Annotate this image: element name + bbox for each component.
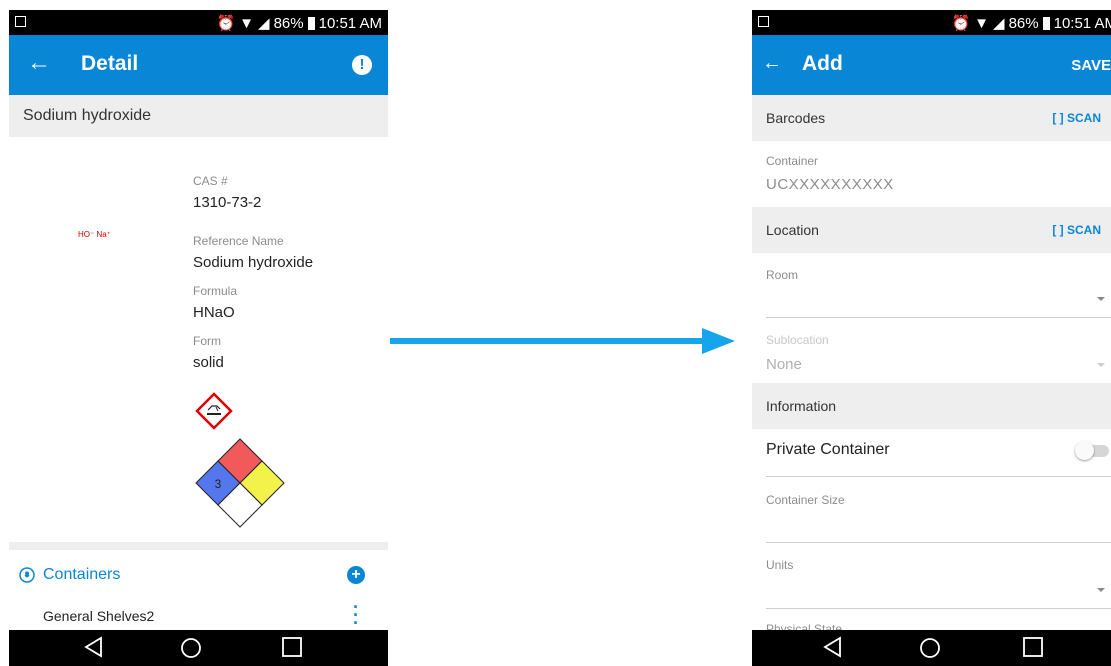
back-arrow-icon[interactable]: ← — [27, 51, 51, 75]
compound-name: Sodium hydroxide — [23, 107, 152, 124]
corrosive-hazard-icon — [195, 392, 233, 430]
transition-arrow-icon — [390, 328, 735, 354]
add-container-button[interactable]: + — [347, 566, 365, 584]
recents-nav-icon[interactable] — [1022, 636, 1044, 658]
system-nav-bar — [9, 630, 388, 666]
back-nav-icon[interactable] — [822, 636, 844, 658]
recents-nav-icon[interactable] — [281, 636, 303, 658]
clock: 10:51 AM — [1053, 14, 1111, 32]
image-notification-icon — [15, 16, 26, 27]
container-label: Container — [766, 154, 819, 168]
battery-level: 86% — [273, 14, 304, 32]
information-section-header: Information — [752, 383, 1111, 429]
alert-icon[interactable]: ! — [352, 55, 372, 75]
scan-icon: [ ] — [1052, 111, 1064, 125]
units-label: Units — [766, 558, 794, 572]
system-nav-bar — [752, 630, 1111, 666]
cas-label: CAS # — [193, 174, 228, 188]
compound-header: Sodium hydroxide — [9, 95, 388, 137]
section-divider — [9, 542, 388, 550]
containers-label: Containers — [43, 566, 121, 583]
home-nav-icon[interactable] — [918, 636, 942, 660]
nfpa-diamond: 3 — [195, 438, 285, 528]
home-nav-icon[interactable] — [179, 636, 203, 660]
private-container-underline — [766, 476, 1111, 477]
information-label: Information — [766, 398, 837, 414]
container-barcode-input[interactable]: UCXXXXXXXXXX — [766, 176, 894, 193]
scan-label: SCAN — [1066, 223, 1101, 237]
clock: 10:51 AM — [318, 14, 382, 32]
container-size-label: Container Size — [766, 493, 845, 507]
signal-icon: ◢ — [258, 15, 270, 32]
private-container-toggle[interactable] — [1075, 441, 1109, 460]
sublocation-label: Sublocation — [766, 333, 829, 347]
status-bar: ⏰ ▼ ◢ 86% 10:51 AM — [752, 10, 1111, 35]
battery-icon — [307, 16, 315, 30]
alarm-icon: ⏰ — [951, 15, 971, 32]
location-scan-button[interactable]: [ ] SCAN — [1052, 223, 1101, 237]
location-pin-icon — [19, 567, 35, 583]
formula-label: Formula — [193, 284, 238, 298]
barcodes-label: Barcodes — [766, 110, 826, 126]
wifi-icon: ▼ — [974, 14, 990, 32]
container-list-item[interactable]: General Shelves2 — [43, 608, 154, 624]
battery-level: 86% — [1008, 14, 1039, 32]
app-bar: ← Detail ! — [9, 35, 388, 95]
cas-value: 1310-73-2 — [193, 194, 262, 211]
sublocation-select[interactable]: None — [766, 356, 802, 373]
barcode-scan-button[interactable]: [ ] SCAN — [1052, 111, 1101, 125]
nfpa-health-value: 3 — [215, 477, 222, 491]
location-label: Location — [766, 222, 819, 238]
page-title: Detail — [81, 52, 139, 75]
scan-icon: [ ] — [1052, 223, 1064, 237]
battery-icon — [1042, 16, 1050, 30]
units-underline — [766, 608, 1111, 609]
save-button[interactable]: SAVE — [1071, 57, 1111, 74]
room-dropdown-arrow-icon[interactable] — [1097, 297, 1105, 301]
detail-screen: ⏰ ▼ ◢ 86% 10:51 AM ← Detail ! Sodium hyd… — [9, 10, 388, 666]
scan-label: SCAN — [1066, 111, 1101, 125]
room-label: Room — [766, 268, 799, 282]
private-container-label: Private Container — [766, 441, 890, 458]
more-options-icon[interactable]: · · · — [353, 598, 359, 632]
back-nav-icon[interactable] — [83, 636, 105, 658]
back-arrow-icon[interactable]: ← — [762, 51, 782, 75]
structure-label: HO⁻ Na⁺ — [78, 230, 111, 239]
units-dropdown-arrow-icon[interactable] — [1097, 588, 1105, 592]
status-bar: ⏰ ▼ ◢ 86% 10:51 AM — [9, 10, 388, 35]
form-value: solid — [193, 354, 224, 371]
image-notification-icon — [758, 16, 769, 27]
structure-image: HO⁻ Na⁺ — [78, 230, 111, 239]
page-title: Add — [802, 52, 843, 75]
add-screen: ⏰ ▼ ◢ 86% 10:51 AM ← Add SAVE Barcodes [… — [752, 10, 1111, 666]
form-label: Form — [193, 334, 221, 348]
wifi-icon: ▼ — [239, 14, 255, 32]
location-section-header: Location [ ] SCAN — [752, 207, 1111, 253]
formula-value: HNaO — [193, 304, 235, 321]
reference-name-value: Sodium hydroxide — [193, 254, 314, 271]
signal-icon: ◢ — [993, 15, 1005, 32]
reference-name-label: Reference Name — [193, 234, 284, 248]
sublocation-dropdown-arrow-icon[interactable] — [1097, 363, 1105, 367]
app-bar: ← Add SAVE — [752, 35, 1111, 95]
alarm-icon: ⏰ — [216, 15, 236, 32]
container-size-input[interactable] — [766, 542, 1111, 543]
barcodes-section-header: Barcodes [ ] SCAN — [752, 95, 1111, 141]
room-underline — [766, 317, 1111, 318]
